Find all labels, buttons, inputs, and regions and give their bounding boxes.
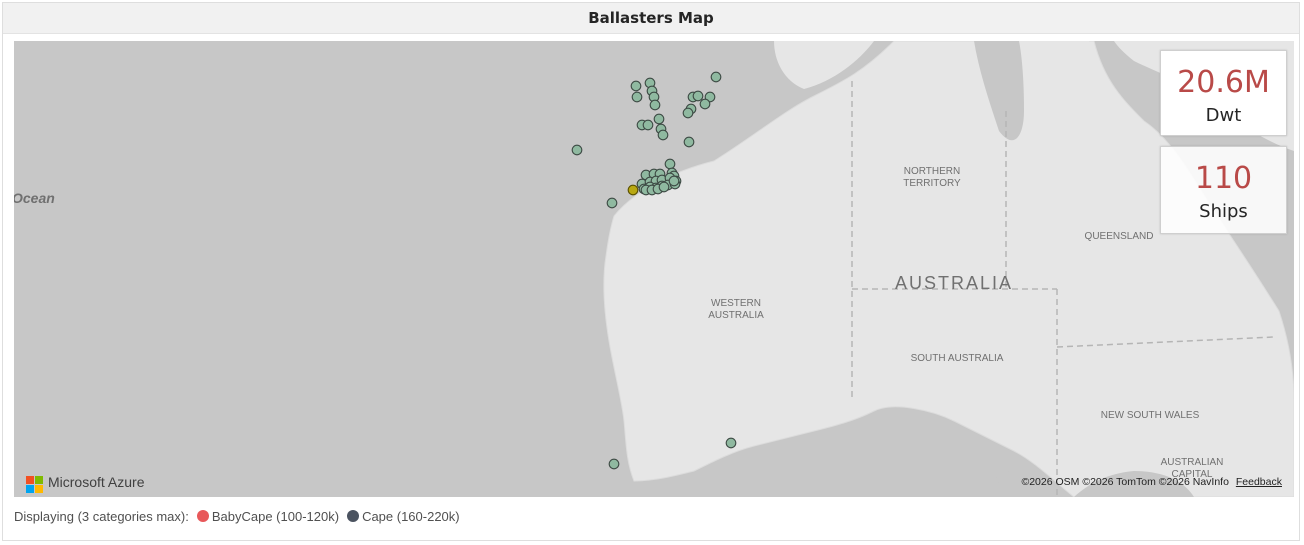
spencer-gulf — [979, 446, 1019, 497]
label-western-australia-2: AUSTRALIA — [708, 310, 764, 321]
label-northern-territory: NORTHERN — [904, 166, 960, 177]
ship-point[interactable] — [658, 181, 670, 193]
ship-point[interactable] — [682, 107, 694, 119]
ship-point[interactable] — [642, 119, 654, 131]
kpi-card-dwt: 20.6M Dwt — [1160, 50, 1287, 136]
ship-point[interactable] — [683, 136, 695, 148]
ship-point[interactable] — [571, 144, 583, 156]
map-legend: Displaying (3 categories max): BabyCape … — [14, 507, 460, 525]
ship-point[interactable] — [631, 91, 643, 103]
label-new-south-wales: NEW SOUTH WALES — [1101, 410, 1200, 421]
label-northern-territory-2: TERRITORY — [903, 178, 961, 189]
kpi-ships-label: Ships — [1199, 201, 1248, 222]
kpi-ships-value: 110 — [1194, 161, 1253, 196]
map-canvas[interactable]: Ocean NORTHERN TERRITORY QUEENSLAND AUST… — [14, 41, 1294, 497]
label-act: AUSTRALIAN — [1161, 457, 1224, 468]
map-attribution: ©2026 OSM ©2026 TomTom ©2026 NavInfo Fee… — [1021, 476, 1282, 488]
ship-point[interactable] — [692, 90, 704, 102]
kpi-card-ships: 110 Ships — [1160, 146, 1287, 234]
label-queensland: QUEENSLAND — [1085, 231, 1154, 242]
ship-point[interactable] — [725, 437, 737, 449]
label-australia: AUSTRALIA — [895, 273, 1013, 293]
ship-point[interactable] — [608, 458, 620, 470]
ship-point[interactable] — [664, 158, 676, 170]
ship-point-highlighted[interactable] — [627, 184, 639, 196]
ship-point[interactable] — [710, 71, 722, 83]
ship-point[interactable] — [668, 175, 680, 187]
feedback-link[interactable]: Feedback — [1236, 476, 1282, 488]
legend-dot-cape[interactable] — [347, 510, 360, 522]
map-svg[interactable]: Ocean NORTHERN TERRITORY QUEENSLAND AUST… — [14, 41, 1294, 497]
ship-point[interactable] — [630, 80, 642, 92]
legend-prefix: Displaying (3 categories max): — [14, 508, 189, 524]
legend-dot-babycape[interactable] — [196, 510, 209, 522]
attribution-text: ©2026 OSM ©2026 TomTom ©2026 NavInfo — [1021, 476, 1229, 488]
label-western-australia: WESTERN — [711, 298, 761, 309]
legend-label-babycape[interactable]: BabyCape (100-120k) — [212, 509, 339, 524]
ship-point[interactable] — [606, 197, 618, 209]
ship-point[interactable] — [657, 129, 669, 141]
ship-point[interactable] — [653, 113, 665, 125]
legend-label-cape[interactable]: Cape (160-220k) — [362, 509, 460, 524]
kpi-dwt-value: 20.6M — [1177, 65, 1270, 100]
kpi-dwt-label: Dwt — [1205, 105, 1242, 126]
label-ocean: Ocean — [14, 190, 55, 206]
microsoft-logo-icon — [26, 476, 44, 494]
ship-point[interactable] — [649, 99, 661, 111]
label-south-australia: SOUTH AUSTRALIA — [911, 353, 1004, 364]
ship-point[interactable] — [699, 98, 711, 110]
map-provider: Microsoft Azure — [48, 474, 145, 490]
visual-title: Ballasters Map — [3, 3, 1299, 34]
